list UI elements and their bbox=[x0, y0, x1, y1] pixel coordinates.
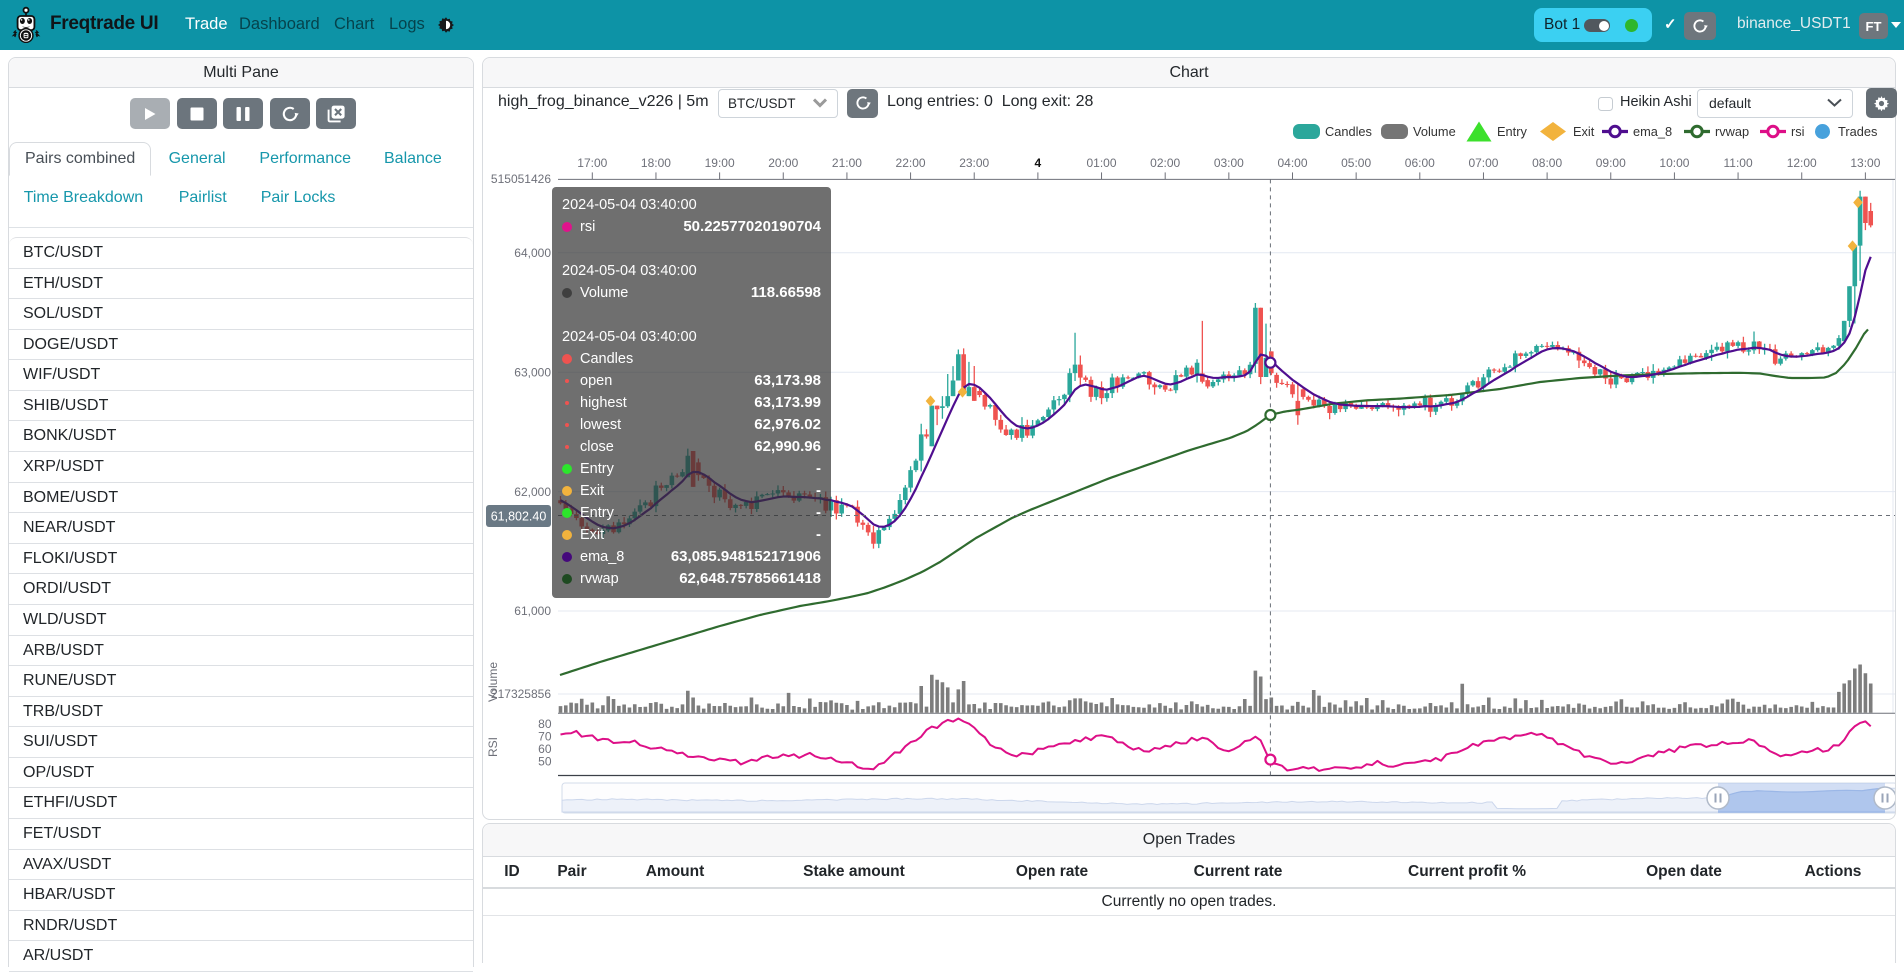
svg-text:07:00: 07:00 bbox=[1468, 156, 1498, 170]
svg-text:05:00: 05:00 bbox=[1341, 156, 1371, 170]
svg-text:ema_8: ema_8 bbox=[1633, 124, 1672, 139]
svg-text:10:00: 10:00 bbox=[1659, 156, 1689, 170]
svg-text:02:00: 02:00 bbox=[1150, 156, 1180, 170]
svg-text:22:00: 22:00 bbox=[896, 156, 926, 170]
svg-text:515051426: 515051426 bbox=[491, 172, 551, 186]
svg-text:08:00: 08:00 bbox=[1532, 156, 1562, 170]
svg-text:50: 50 bbox=[538, 755, 552, 769]
svg-text:4: 4 bbox=[1035, 156, 1042, 170]
svg-text:Volume: Volume bbox=[1413, 124, 1456, 139]
svg-text:13:00: 13:00 bbox=[1850, 156, 1880, 170]
svg-text:19:00: 19:00 bbox=[705, 156, 735, 170]
svg-text:12:00: 12:00 bbox=[1787, 156, 1817, 170]
svg-text:11:00: 11:00 bbox=[1723, 156, 1752, 170]
svg-text:RSI: RSI bbox=[486, 737, 500, 757]
svg-text:Candles: Candles bbox=[1325, 124, 1372, 139]
svg-text:rsi: rsi bbox=[1791, 124, 1805, 139]
svg-text:Volume: Volume bbox=[486, 662, 500, 702]
svg-text:21:00: 21:00 bbox=[832, 156, 862, 170]
svg-text:Entry: Entry bbox=[1497, 124, 1527, 139]
svg-text:06:00: 06:00 bbox=[1405, 156, 1435, 170]
svg-text:64,000: 64,000 bbox=[514, 246, 551, 260]
svg-text:04:00: 04:00 bbox=[1277, 156, 1307, 170]
svg-text:Trades: Trades bbox=[1838, 124, 1877, 139]
svg-text:17:00: 17:00 bbox=[577, 156, 607, 170]
svg-text:01:00: 01:00 bbox=[1087, 156, 1117, 170]
svg-text:63,000: 63,000 bbox=[514, 365, 551, 379]
svg-text:18:00: 18:00 bbox=[641, 156, 671, 170]
svg-text:61,802.40: 61,802.40 bbox=[491, 510, 547, 524]
svg-text:62,000: 62,000 bbox=[514, 485, 551, 499]
svg-text:20:00: 20:00 bbox=[768, 156, 798, 170]
svg-text:61,000: 61,000 bbox=[514, 604, 551, 618]
svg-text:03:00: 03:00 bbox=[1214, 156, 1244, 170]
svg-text:rvwap: rvwap bbox=[1715, 124, 1749, 139]
svg-text:Exit: Exit bbox=[1573, 124, 1595, 139]
svg-text:09:00: 09:00 bbox=[1596, 156, 1626, 170]
svg-text:23:00: 23:00 bbox=[959, 156, 989, 170]
